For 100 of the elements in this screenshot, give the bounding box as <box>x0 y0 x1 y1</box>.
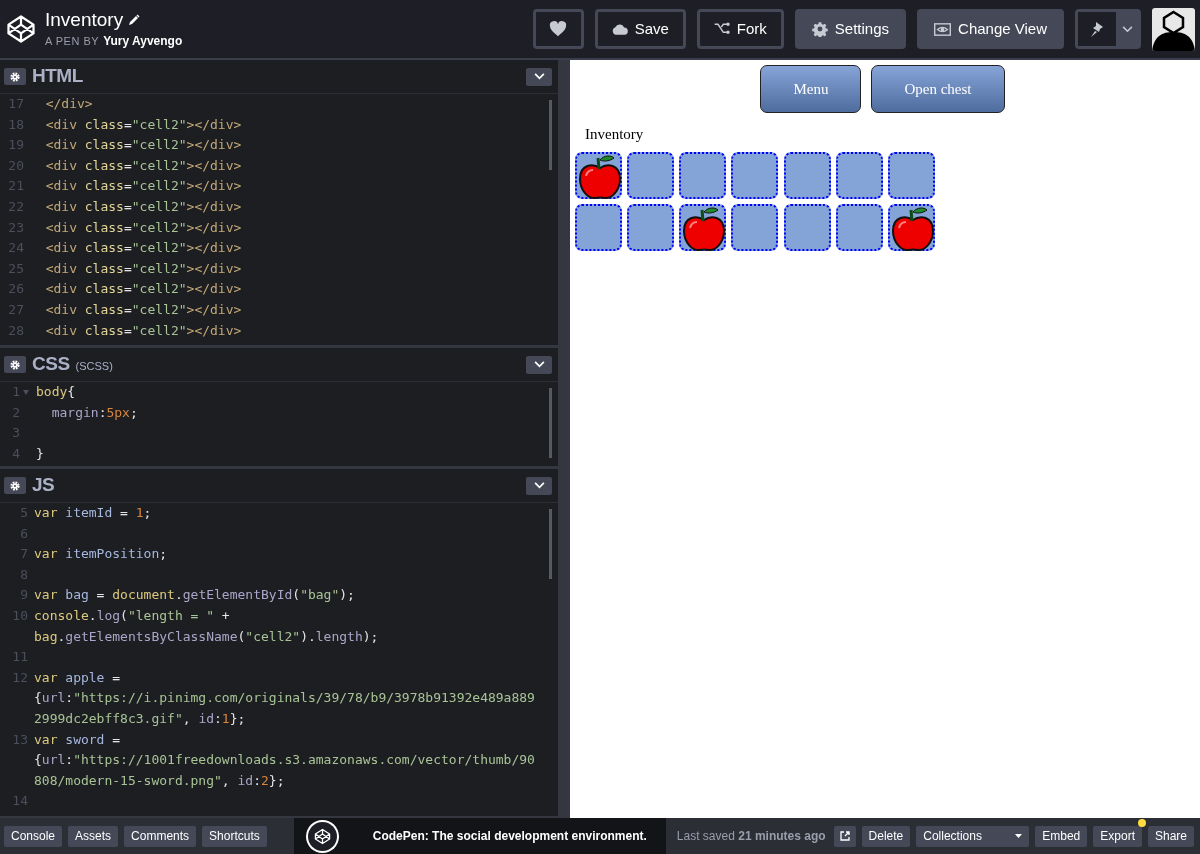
avatar[interactable] <box>1152 7 1195 51</box>
inventory-heading: Inventory <box>585 125 645 144</box>
line-number: 20 <box>8 156 24 175</box>
inventory-slot[interactable] <box>731 151 779 199</box>
line-number: 5 <box>20 504 28 522</box>
editor-subtitle: (SCSS) <box>75 358 113 374</box>
line-number: 6 <box>20 524 28 543</box>
apple-icon <box>681 205 728 252</box>
inventory-slot[interactable] <box>731 203 779 251</box>
inventory-slot[interactable] <box>679 203 727 251</box>
heart-icon <box>549 21 568 37</box>
tagline: CodePen: The social development environment. <box>372 828 647 845</box>
settings-button[interactable] <box>4 356 26 373</box>
preview-button[interactable]: Menu <box>760 65 862 113</box>
chevron-down-icon <box>1121 25 1133 33</box>
footer-button[interactable]: Embed <box>1035 825 1088 847</box>
gear-icon <box>10 71 20 82</box>
line-number: 13 <box>12 730 28 749</box>
view-button[interactable]: Change View <box>917 9 1064 49</box>
settings-button[interactable] <box>4 68 26 85</box>
fork-icon <box>713 22 730 36</box>
chevron-down-icon <box>533 73 545 80</box>
code-line: var sword = <box>33 730 121 749</box>
code-line: margin:5px; <box>50 403 138 422</box>
code-line: <div class="cell2"></div> <box>44 156 242 175</box>
line-number: 25 <box>8 259 24 278</box>
code-line: <div class="cell2"></div> <box>44 218 242 237</box>
inventory-slot[interactable] <box>887 203 935 251</box>
gear-icon <box>10 359 20 370</box>
cloud-button[interactable]: Save <box>594 9 686 49</box>
external-link-button[interactable] <box>833 825 856 847</box>
code-line: </div> <box>44 95 93 113</box>
settings-button[interactable] <box>4 477 26 494</box>
footer-button[interactable]: Comments <box>124 825 197 847</box>
code-line: <div class="cell2"></div> <box>44 259 242 278</box>
pen-title: Inventory <box>45 8 124 32</box>
inventory-slot[interactable] <box>679 151 727 199</box>
code-line: } <box>35 444 44 463</box>
inventory-slot[interactable] <box>835 151 883 199</box>
footer-button[interactable]: Shortcuts <box>202 825 267 847</box>
inventory-slot[interactable] <box>575 151 622 199</box>
cube-logo-icon <box>6 14 36 44</box>
line-number: 28 <box>8 321 24 340</box>
scrollbar <box>549 100 552 170</box>
footer-button[interactable]: Delete <box>861 825 911 847</box>
pin-icon <box>1090 21 1104 37</box>
fork-button[interactable]: Fork <box>696 9 784 49</box>
author-link[interactable]: Yury Ayvengo <box>103 32 183 50</box>
line-number: 7 <box>20 545 28 564</box>
inventory-slot[interactable] <box>835 203 883 251</box>
preview-button[interactable]: Open chest <box>871 65 1005 113</box>
inventory-slot[interactable] <box>627 203 675 251</box>
editor-title: CSS <box>32 352 70 377</box>
collapse-button[interactable] <box>526 67 552 86</box>
pin-button[interactable] <box>1078 12 1116 46</box>
line-number: 26 <box>8 280 24 299</box>
code-line: <div class="cell2"></div> <box>44 136 242 155</box>
inventory-slot[interactable] <box>783 151 831 199</box>
scrollbar <box>549 388 552 458</box>
export-button[interactable]: Export <box>1093 825 1142 847</box>
inventory-slot[interactable] <box>887 151 935 199</box>
code-line: {url:"https://i.pinimg.com/originals/39/78/b9/3978b91392e489a889 <box>33 689 535 708</box>
line-number: 9 <box>20 586 28 605</box>
code-line: <div class="cell2"></div> <box>44 321 242 340</box>
last-saved: Last saved 21 minutes ago <box>676 828 826 845</box>
pencil-icon[interactable] <box>128 14 141 26</box>
line-number: 22 <box>8 197 24 216</box>
inventory-slot[interactable] <box>627 151 675 199</box>
footer-button[interactable]: Share <box>1147 825 1194 847</box>
line-number: 18 <box>8 115 24 134</box>
view-icon <box>934 22 952 36</box>
code-line: bag.getElementsByClassName("cell2").length); <box>33 627 379 646</box>
chevron-down-icon <box>533 482 545 489</box>
code-line: <div class="cell2"></div> <box>44 177 242 196</box>
gear-icon <box>10 480 20 491</box>
inventory-slot[interactable] <box>783 203 831 251</box>
inventory-slot[interactable] <box>575 203 622 251</box>
footer-button[interactable]: Assets <box>68 825 119 847</box>
code-line: 2999dc2ebff8c3.gif", id:1}; <box>33 709 246 728</box>
caret-icon <box>1015 834 1023 838</box>
code-line: var itemPosition; <box>33 545 168 564</box>
code-line: var bag = document.getElementById("bag"); <box>33 586 355 605</box>
code-line: {url:"https://1001freedownloads.s3.amazonaws.com/vector/thumb/90 <box>33 751 535 770</box>
cube-logo-icon <box>313 827 331 845</box>
line-number: 27 <box>8 300 24 319</box>
collapse-button[interactable] <box>526 476 552 495</box>
line-number: 1 <box>12 383 20 401</box>
footer-button[interactable]: Console <box>4 825 63 847</box>
editor-title: JS <box>32 473 55 498</box>
line-number: 21 <box>8 177 24 196</box>
gear-button[interactable]: Settings <box>794 9 907 49</box>
heart-button[interactable] <box>532 9 584 49</box>
line-number: 3 <box>12 424 20 443</box>
chevron-down-icon <box>533 361 545 368</box>
collapse-button[interactable] <box>526 355 552 374</box>
collections-dropdown[interactable]: Collections <box>916 825 1030 847</box>
code-line: 808/modern-15-sword.png", id:2}; <box>33 771 285 790</box>
code-line: console.log("length = " + <box>33 606 230 625</box>
code-line: <div class="cell2"></div> <box>44 239 242 258</box>
gear-icon <box>811 21 828 37</box>
